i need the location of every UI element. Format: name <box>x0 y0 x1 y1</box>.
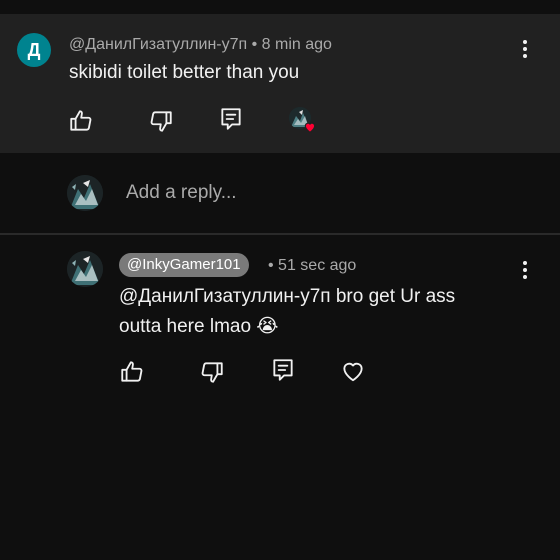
reply-text-line1: @ДанилГизатуллин-у7п bro get Ur ass <box>119 286 456 307</box>
thumbs-down-icon[interactable] <box>199 359 225 385</box>
reply-icon[interactable] <box>218 106 244 132</box>
my-avatar <box>67 175 103 211</box>
reply-time: • 51 sec ago <box>268 257 357 274</box>
thumbs-up-icon[interactable] <box>119 359 145 385</box>
comments-screen: Д @ДанилГизатуллин-у7п • 8 min ago skibi… <box>0 0 560 560</box>
reply-text-line2: outta here lmao 😭 <box>119 316 279 337</box>
reply-avatar[interactable] <box>67 251 103 287</box>
comment-author[interactable]: @ДанилГизатуллин-у7п <box>69 36 247 53</box>
divider <box>0 233 560 235</box>
heart-icon <box>304 122 316 133</box>
top-bar <box>0 0 560 14</box>
commenter-avatar[interactable]: Д <box>17 33 51 67</box>
more-vert-icon[interactable] <box>515 37 535 61</box>
reply-icon[interactable] <box>270 357 296 383</box>
comment-text: skibidi toilet better than you <box>69 62 300 83</box>
creator-heart-badge <box>289 107 317 135</box>
thumbs-down-icon[interactable] <box>148 108 174 134</box>
more-vert-icon[interactable] <box>515 258 535 282</box>
thumbs-up-icon[interactable] <box>68 108 94 134</box>
comment-time: • 8 min ago <box>251 36 332 53</box>
heart-icon[interactable] <box>340 358 366 384</box>
add-reply-input[interactable]: Add a reply... <box>126 182 237 204</box>
comment-meta: @ДанилГизатуллин-у7п • 8 min ago <box>69 36 332 54</box>
reply-author-chip[interactable]: @InkyGamer101 <box>119 253 249 277</box>
